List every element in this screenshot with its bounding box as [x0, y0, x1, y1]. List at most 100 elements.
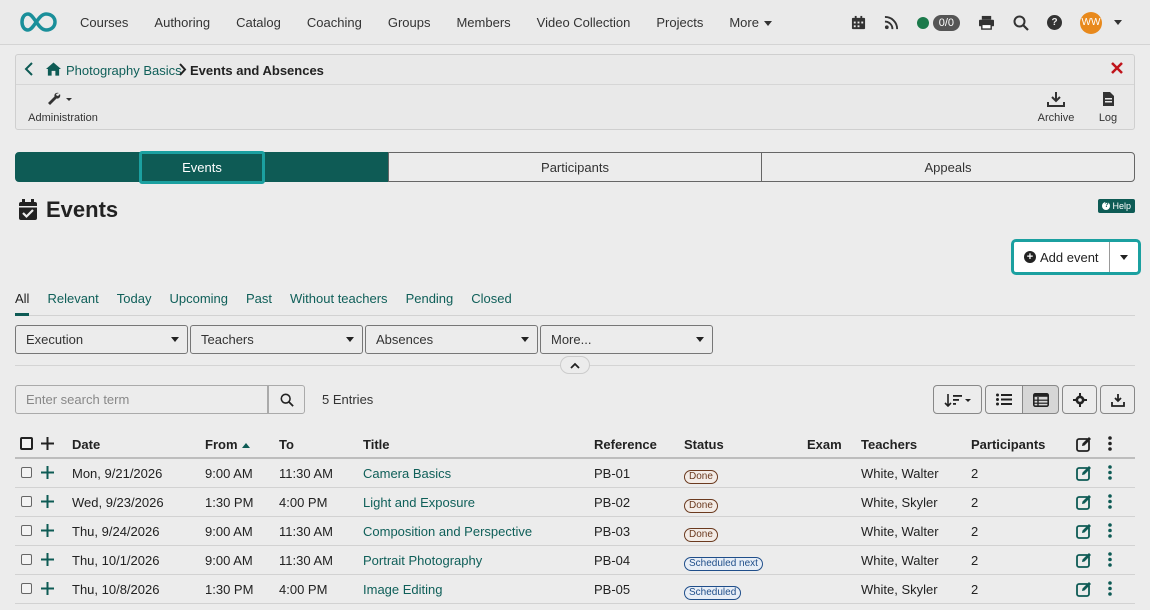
- plus-icon[interactable]: [41, 582, 54, 595]
- col-title[interactable]: Title: [363, 437, 390, 452]
- filter-tab-relevant[interactable]: Relevant: [47, 288, 98, 316]
- more-vertical-icon[interactable]: [1108, 465, 1112, 480]
- add-event-button[interactable]: + Add event: [1014, 242, 1110, 272]
- status-badge: Done: [684, 499, 718, 513]
- calendar-icon[interactable]: [851, 15, 866, 30]
- edit-icon[interactable]: [1076, 581, 1092, 597]
- nav-coaching[interactable]: Coaching: [307, 15, 362, 30]
- online-status[interactable]: 0/0: [916, 14, 960, 31]
- filter-tab-pending[interactable]: Pending: [406, 288, 454, 316]
- col-from[interactable]: From: [205, 437, 250, 452]
- tab-appeals[interactable]: Appeals: [761, 152, 1135, 182]
- plus-circle-icon: +: [1024, 251, 1036, 263]
- nav-catalog[interactable]: Catalog: [236, 15, 281, 30]
- edit-icon[interactable]: [1076, 436, 1092, 452]
- col-to[interactable]: To: [279, 437, 294, 452]
- cell-date: Wed, 9/23/2026: [72, 495, 164, 510]
- col-date[interactable]: Date: [72, 437, 100, 452]
- execution-filter[interactable]: Execution: [15, 325, 188, 354]
- cell-to: 11:30 AM: [279, 466, 333, 481]
- cell-title-link[interactable]: Composition and Perspective: [363, 524, 532, 539]
- plus-icon[interactable]: [41, 553, 54, 566]
- nav-video-collection[interactable]: Video Collection: [537, 15, 631, 30]
- row-checkbox[interactable]: [21, 583, 32, 594]
- add-event-dropdown[interactable]: [1110, 242, 1138, 272]
- filter-tab-closed[interactable]: Closed: [471, 288, 511, 316]
- teachers-filter[interactable]: Teachers: [190, 325, 363, 354]
- list-view-button[interactable]: [985, 385, 1023, 414]
- cell-title-link[interactable]: Camera Basics: [363, 466, 451, 481]
- search-input[interactable]: [15, 385, 268, 414]
- absences-filter[interactable]: Absences: [365, 325, 538, 354]
- cell-reference: PB-03: [594, 524, 631, 539]
- sort-button[interactable]: [933, 385, 982, 414]
- cell-date: Mon, 9/21/2026: [72, 466, 163, 481]
- plus-icon[interactable]: [41, 524, 54, 537]
- cell-status: Done: [684, 467, 718, 484]
- nav-members[interactable]: Members: [456, 15, 510, 30]
- export-button[interactable]: [1100, 385, 1135, 414]
- cell-participants: 2: [971, 466, 979, 481]
- nav-groups[interactable]: Groups: [388, 15, 431, 30]
- row-checkbox[interactable]: [21, 496, 32, 507]
- cell-title-link[interactable]: Image Editing: [363, 582, 443, 597]
- filter-tab-upcoming[interactable]: Upcoming: [169, 288, 228, 316]
- user-menu[interactable]: WW: [1080, 11, 1122, 34]
- edit-icon[interactable]: [1076, 523, 1092, 539]
- help-button[interactable]: ? Help: [1098, 199, 1135, 213]
- filter-tab-without-teachers[interactable]: Without teachers: [290, 288, 388, 316]
- administration-button[interactable]: Administration: [28, 91, 98, 124]
- more-vertical-icon[interactable]: [1108, 436, 1112, 451]
- search-button[interactable]: [268, 385, 305, 414]
- plus-icon[interactable]: [41, 495, 54, 508]
- more-vertical-icon[interactable]: [1108, 552, 1112, 567]
- row-checkbox[interactable]: [21, 525, 32, 536]
- search-icon[interactable]: [1013, 15, 1029, 31]
- chevron-left-icon[interactable]: [24, 62, 34, 76]
- tab-events[interactable]: Events: [15, 150, 389, 184]
- help-icon[interactable]: ?: [1047, 15, 1062, 30]
- avatar: WW: [1080, 11, 1102, 34]
- row-checkbox[interactable]: [21, 467, 32, 478]
- filter-dropdowns: Execution Teachers Absences More...: [15, 325, 715, 354]
- collapse-filters-button[interactable]: [560, 356, 590, 374]
- filter-tab-past[interactable]: Past: [246, 288, 272, 316]
- more-vertical-icon[interactable]: [1108, 581, 1112, 596]
- tab-participants[interactable]: Participants: [388, 152, 762, 182]
- close-icon[interactable]: [1110, 61, 1124, 75]
- col-status[interactable]: Status: [684, 437, 724, 452]
- edit-icon[interactable]: [1076, 465, 1092, 481]
- cell-title-link[interactable]: Light and Exposure: [363, 495, 475, 510]
- filter-tab-all[interactable]: All: [15, 288, 30, 316]
- nav-projects[interactable]: Projects: [656, 15, 703, 30]
- filter-tab-today[interactable]: Today: [117, 288, 152, 316]
- archive-button[interactable]: Archive: [1036, 91, 1076, 124]
- log-button[interactable]: Log: [1093, 91, 1123, 124]
- edit-icon[interactable]: [1076, 494, 1092, 510]
- logo-icon[interactable]: [16, 10, 64, 34]
- more-vertical-icon[interactable]: [1108, 494, 1112, 509]
- col-participants[interactable]: Participants: [971, 437, 1045, 452]
- more-filter[interactable]: More...: [540, 325, 713, 354]
- more-vertical-icon[interactable]: [1108, 523, 1112, 538]
- nav-more[interactable]: More: [729, 15, 772, 30]
- plus-icon[interactable]: [41, 466, 54, 479]
- cell-title-link[interactable]: Portrait Photography: [363, 553, 482, 568]
- question-icon: ?: [1102, 202, 1111, 210]
- select-all-checkbox[interactable]: [20, 437, 33, 450]
- nav-authoring[interactable]: Authoring: [154, 15, 210, 30]
- nav-courses[interactable]: Courses: [80, 15, 128, 30]
- breadcrumb-course[interactable]: Photography Basics: [66, 63, 182, 78]
- print-icon[interactable]: [978, 15, 995, 30]
- home-icon[interactable]: [46, 62, 61, 76]
- table-view-button[interactable]: [1022, 385, 1059, 414]
- col-exam[interactable]: Exam: [807, 437, 842, 452]
- table-settings-button[interactable]: [1062, 385, 1097, 414]
- col-teachers[interactable]: Teachers: [861, 437, 917, 452]
- row-checkbox[interactable]: [21, 554, 32, 565]
- breadcrumb-current: Events and Absences: [190, 63, 324, 78]
- rss-icon[interactable]: [884, 15, 899, 30]
- col-reference[interactable]: Reference: [594, 437, 657, 452]
- edit-icon[interactable]: [1076, 552, 1092, 568]
- plus-icon[interactable]: [41, 437, 54, 450]
